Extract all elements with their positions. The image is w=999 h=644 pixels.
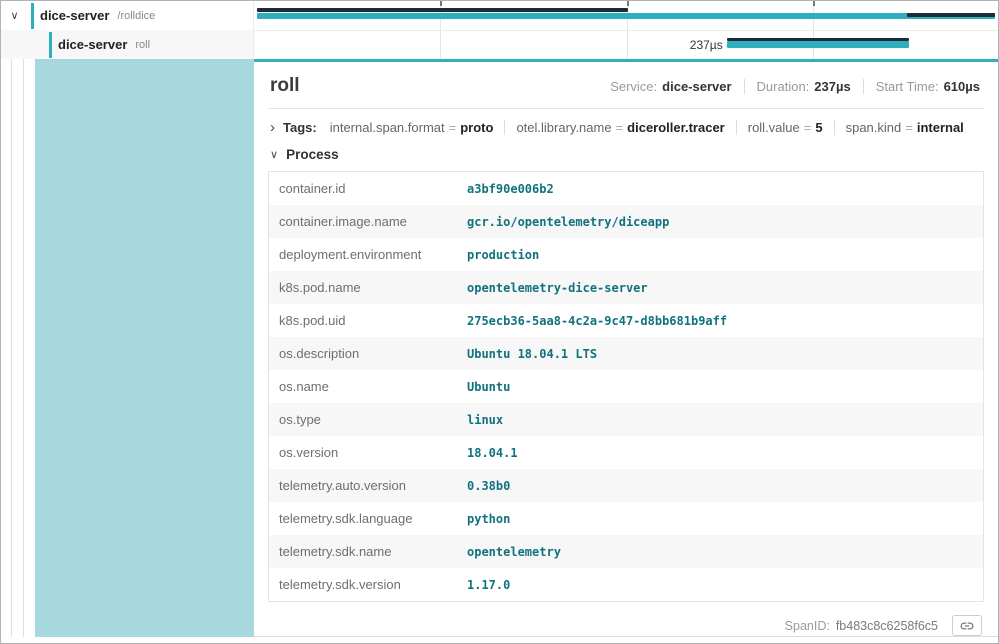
- span-detail-panel: roll Service: dice-server Duration: 237µ…: [254, 59, 998, 637]
- span-row-rolldice[interactable]: ∨ dice-server /rolldice: [1, 1, 998, 31]
- process-row: container.image.name gcr.io/opentelemetr…: [269, 205, 984, 238]
- indent-guide: [23, 59, 24, 637]
- tags-summary: internal.span.format=proto otel.library.…: [319, 120, 975, 135]
- selected-span-highlight: [35, 59, 254, 637]
- process-key: os.name: [269, 370, 458, 403]
- span-color-indicator: [49, 32, 52, 58]
- process-value: opentelemetry: [457, 535, 984, 568]
- span-id-value: fb483c8c6258f6c5: [836, 619, 938, 633]
- process-value: 1.17.0: [457, 568, 984, 602]
- equals-sign: =: [901, 120, 917, 135]
- tag-item: span.kind=internal: [834, 120, 975, 135]
- process-table: container.id a3bf90e006b2 container.imag…: [268, 171, 984, 602]
- span-name-cell[interactable]: ∨ dice-server /rolldice: [1, 1, 254, 30]
- span-duration-label: 237µs: [552, 38, 723, 52]
- service-name: dice-server: [40, 8, 109, 23]
- span-bar-track: 237µs: [254, 30, 998, 59]
- link-icon: [960, 619, 974, 633]
- tag-item: roll.value=5: [736, 120, 834, 135]
- process-row: telemetry.sdk.version 1.17.0: [269, 568, 984, 602]
- process-value: 0.38b0: [457, 469, 984, 502]
- process-key: telemetry.sdk.name: [269, 535, 458, 568]
- operation-name: roll: [135, 39, 150, 51]
- process-row: k8s.pod.uid 275ecb36-5aa8-4c2a-9c47-d8bb…: [269, 304, 984, 337]
- equals-sign: =: [612, 120, 628, 135]
- process-value: production: [457, 238, 984, 271]
- equals-sign: =: [445, 120, 461, 135]
- process-row: os.type linux: [269, 403, 984, 436]
- operation-name: /rolldice: [117, 10, 155, 22]
- process-key: k8s.pod.name: [269, 271, 458, 304]
- service-name: dice-server: [58, 37, 127, 52]
- meta-duration: Duration: 237µs: [744, 79, 863, 94]
- span-bar[interactable]: [727, 41, 909, 48]
- process-key: container.id: [269, 172, 458, 206]
- process-key: os.description: [269, 337, 458, 370]
- meta-service: Service: dice-server: [598, 79, 743, 94]
- process-key: os.version: [269, 436, 458, 469]
- process-row: telemetry.sdk.language python: [269, 502, 984, 535]
- span-name-cell[interactable]: dice-server roll: [1, 30, 254, 59]
- span-bar-segment[interactable]: [257, 8, 628, 12]
- process-value: gcr.io/opentelemetry/diceapp: [457, 205, 984, 238]
- process-value: a3bf90e006b2: [457, 172, 984, 206]
- tag-key: internal.span.format: [330, 120, 445, 135]
- span-title: roll: [270, 75, 300, 97]
- tags-label: Tags:: [283, 120, 317, 135]
- process-row: os.description Ubuntu 18.04.1 LTS: [269, 337, 984, 370]
- process-key: deployment.environment: [269, 238, 458, 271]
- tag-value: diceroller.tracer: [627, 120, 725, 135]
- meta-start-time: Start Time: 610µs: [863, 79, 982, 94]
- span-bar-segment[interactable]: [907, 13, 995, 17]
- process-value: opentelemetry-dice-server: [457, 271, 984, 304]
- jaeger-span-detail-screen: ∨ dice-server /rolldice dice-server roll…: [0, 0, 999, 644]
- tag-item: internal.span.format=proto: [319, 120, 505, 135]
- tag-key: span.kind: [846, 120, 902, 135]
- span-meta: Service: dice-server Duration: 237µs Sta…: [598, 79, 982, 94]
- deep-link-button[interactable]: [952, 615, 982, 636]
- chevron-down-icon[interactable]: ∨: [7, 9, 22, 22]
- tag-value: proto: [460, 120, 493, 135]
- span-color-indicator: [31, 3, 34, 29]
- process-key: os.type: [269, 403, 458, 436]
- tag-value: internal: [917, 120, 964, 135]
- left-rail: [1, 59, 254, 637]
- process-value: python: [457, 502, 984, 535]
- span-bar-track: [254, 1, 998, 30]
- process-value: 275ecb36-5aa8-4c2a-9c47-d8bb681b9aff: [457, 304, 984, 337]
- equals-sign: =: [800, 120, 816, 135]
- process-row: os.version 18.04.1: [269, 436, 984, 469]
- process-key: container.image.name: [269, 205, 458, 238]
- process-value: Ubuntu 18.04.1 LTS: [457, 337, 984, 370]
- tags-section-header[interactable]: › Tags: internal.span.format=proto otel.…: [268, 109, 984, 145]
- tag-value: 5: [815, 120, 822, 135]
- span-bar[interactable]: [257, 13, 995, 19]
- process-value: linux: [457, 403, 984, 436]
- process-row: telemetry.auto.version 0.38b0: [269, 469, 984, 502]
- process-row: deployment.environment production: [269, 238, 984, 271]
- process-label: Process: [286, 147, 339, 162]
- panel-footer: SpanID: fb483c8c6258f6c5: [268, 602, 984, 644]
- process-key: telemetry.sdk.language: [269, 502, 458, 535]
- span-id-label: SpanID:: [785, 619, 830, 633]
- process-section-header[interactable]: ∨ Process: [268, 145, 984, 171]
- indent-guide: [11, 59, 12, 637]
- process-value: 18.04.1: [457, 436, 984, 469]
- process-row: os.name Ubuntu: [269, 370, 984, 403]
- detail-header: roll Service: dice-server Duration: 237µ…: [268, 62, 984, 109]
- tag-key: roll.value: [748, 120, 800, 135]
- chevron-right-icon[interactable]: ›: [270, 120, 275, 135]
- tag-item: otel.library.name=diceroller.tracer: [504, 120, 735, 135]
- process-row: telemetry.sdk.name opentelemetry: [269, 535, 984, 568]
- span-row-roll[interactable]: dice-server roll 237µs: [1, 30, 998, 60]
- process-key: telemetry.sdk.version: [269, 568, 458, 602]
- process-value: Ubuntu: [457, 370, 984, 403]
- process-row: k8s.pod.name opentelemetry-dice-server: [269, 271, 984, 304]
- process-key: telemetry.auto.version: [269, 469, 458, 502]
- chevron-down-icon[interactable]: ∨: [270, 148, 278, 161]
- tag-key: otel.library.name: [516, 120, 611, 135]
- process-row: container.id a3bf90e006b2: [269, 172, 984, 206]
- process-key: k8s.pod.uid: [269, 304, 458, 337]
